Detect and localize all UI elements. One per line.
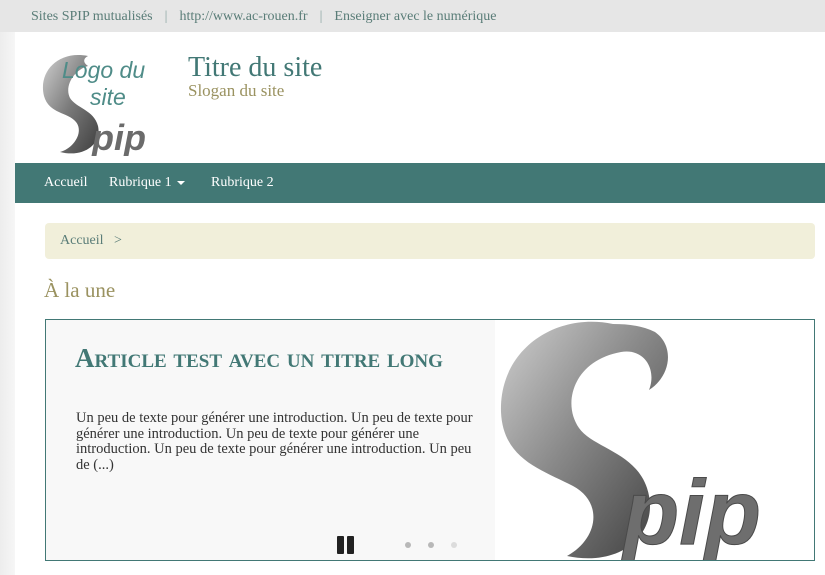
nav-item-rubrique-2[interactable]: Rubrique 2 — [211, 175, 274, 191]
caret-down-icon — [176, 180, 185, 185]
carousel-dot-1[interactable] — [405, 542, 411, 548]
breadcrumb-separator: > — [114, 233, 122, 248]
nav-item-label: Rubrique 1 — [109, 175, 172, 190]
article-intro: Un peu de texte pour générer une introdu… — [76, 410, 473, 473]
site-logo[interactable]: pip Logo du site — [36, 52, 172, 156]
site-title[interactable]: Titre du site — [188, 52, 322, 84]
featured-carousel: Article test avec un titre long Un peu d… — [45, 319, 815, 561]
pause-icon[interactable] — [337, 536, 357, 554]
site-slogan: Slogan du site — [188, 81, 285, 100]
top-separator: | — [164, 9, 168, 24]
top-separator: | — [319, 9, 323, 24]
top-link-ac-rouen[interactable]: http://www.ac-rouen.fr — [179, 9, 307, 24]
breadcrumb-home[interactable]: Accueil — [60, 233, 104, 249]
carousel-dot-3[interactable] — [451, 542, 457, 548]
nav-item-accueil[interactable]: Accueil — [44, 175, 88, 191]
article-title[interactable]: Article test avec un titre long — [75, 344, 485, 373]
top-link-enseigner[interactable]: Enseigner avec le numérique — [334, 9, 496, 24]
top-links: Sites SPIP mutualisés | http://www.ac-roue… — [31, 9, 497, 25]
logo-text-line2: site — [90, 84, 126, 110]
page: pip Logo du site Titre du site Slogan du… — [0, 32, 825, 575]
breadcrumb: Accueil > — [45, 223, 815, 259]
main-nav: Accueil Rubrique 1 Rubrique 2 — [15, 163, 825, 203]
image-brand-text: pip — [620, 462, 761, 560]
carousel-dot-2[interactable] — [428, 542, 434, 548]
top-link-sites-spip[interactable]: Sites SPIP mutualisés — [31, 9, 153, 24]
nav-item-rubrique-1[interactable]: Rubrique 1 — [109, 175, 185, 191]
logo-brand-text: pip — [91, 117, 146, 156]
section-title: À la une — [44, 278, 116, 302]
logo-text-line1: Logo du — [62, 57, 145, 83]
article-image[interactable]: pip — [495, 320, 815, 560]
slide-content: Article test avec un titre long Un peu d… — [46, 320, 495, 560]
top-bar: Sites SPIP mutualisés | http://www.ac-roue… — [0, 0, 825, 32]
